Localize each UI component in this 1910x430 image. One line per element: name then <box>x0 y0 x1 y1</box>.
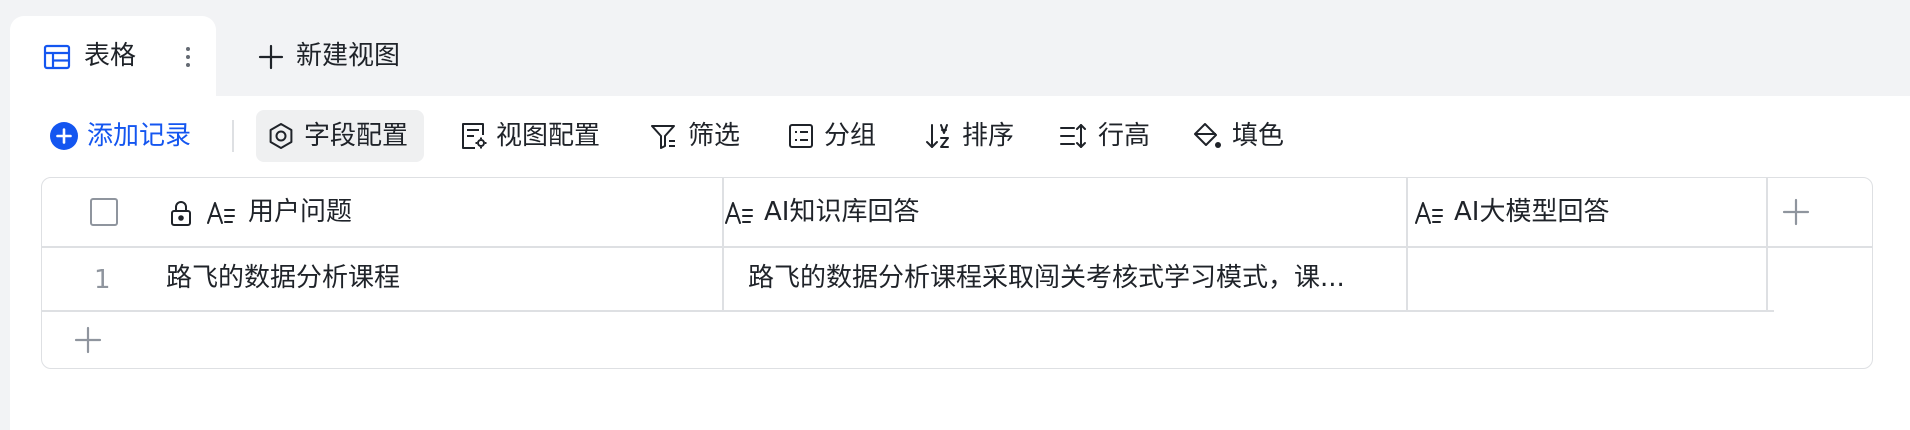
view-config-label: 视图配置 <box>496 121 601 151</box>
text-field-icon <box>207 202 235 224</box>
fill-color-button[interactable]: 填色 <box>1190 110 1302 162</box>
column-divider <box>722 178 724 312</box>
tab-label: 表格 <box>84 41 137 71</box>
view-panel: 添加记录 字段配置 视图配置 筛选 分组 排序 行高 填色 用户问题 AI知识库… <box>10 96 1910 430</box>
row-height-label: 行高 <box>1098 121 1151 151</box>
add-circle-icon <box>50 122 78 150</box>
more-vertical-icon[interactable] <box>174 43 202 71</box>
table-icon <box>43 44 71 70</box>
column-header-label: AI大模型回答 <box>1454 197 1610 227</box>
view-settings-icon <box>462 123 487 149</box>
tab-table-view[interactable]: 表格 <box>10 16 216 96</box>
fill-color-label: 填色 <box>1232 121 1285 151</box>
sort-icon <box>926 124 949 148</box>
data-grid: 用户问题 AI知识库回答 AI大模型回答 1 路飞的数据分析课程 路飞的数据分析… <box>41 177 1873 369</box>
cell-ai-knowledge-answer[interactable]: 路飞的数据分析课程采取闯关考核式学习模式，课... <box>748 260 1388 296</box>
field-config-button[interactable]: 字段配置 <box>256 110 424 162</box>
group-button[interactable]: 分组 <box>784 110 896 162</box>
view-tab-bar: 表格 新建视图 <box>0 0 1910 96</box>
filter-label: 筛选 <box>688 121 741 151</box>
row-index: 1 <box>94 265 111 295</box>
add-row-icon[interactable] <box>72 324 104 356</box>
column-header-label: 用户问题 <box>248 197 353 227</box>
sort-button[interactable]: 排序 <box>922 110 1034 162</box>
sort-label: 排序 <box>962 121 1015 151</box>
paint-bucket-icon <box>1194 123 1221 148</box>
column-divider <box>1766 178 1768 312</box>
column-divider <box>1406 178 1408 312</box>
add-record-label: 添加记录 <box>87 121 192 151</box>
header-row: 用户问题 AI知识库回答 AI大模型回答 <box>42 178 1872 248</box>
row-height-button[interactable]: 行高 <box>1056 110 1168 162</box>
add-column-icon[interactable] <box>1780 196 1812 228</box>
filter-icon <box>651 125 675 149</box>
view-config-button[interactable]: 视图配置 <box>456 110 626 162</box>
new-view-label: 新建视图 <box>296 41 401 71</box>
plus-icon <box>258 44 284 70</box>
text-field-icon <box>725 202 753 224</box>
group-label: 分组 <box>824 121 877 151</box>
add-record-button[interactable]: 添加记录 <box>47 110 217 162</box>
select-all-checkbox[interactable] <box>90 198 118 226</box>
group-icon <box>789 124 813 148</box>
table-row[interactable]: 1 路飞的数据分析课程 路飞的数据分析课程采取闯关考核式学习模式，课... <box>42 248 1774 312</box>
lock-icon <box>171 201 191 226</box>
table-view-page: 表格 新建视图 添加记录 字段配置 视图配置 筛选 分组 排序 行高 填色 用户… <box>0 0 1910 430</box>
view-toolbar: 添加记录 字段配置 视图配置 筛选 分组 排序 行高 填色 <box>10 96 1910 176</box>
text-field-icon <box>1415 202 1443 224</box>
cell-user-question[interactable]: 路飞的数据分析课程 <box>166 260 400 296</box>
filter-button[interactable]: 筛选 <box>646 110 758 162</box>
toolbar-divider <box>232 120 234 152</box>
row-height-icon <box>1060 124 1086 148</box>
field-config-label: 字段配置 <box>304 121 409 151</box>
column-header-label: AI知识库回答 <box>764 197 920 227</box>
gear-icon <box>269 123 293 149</box>
